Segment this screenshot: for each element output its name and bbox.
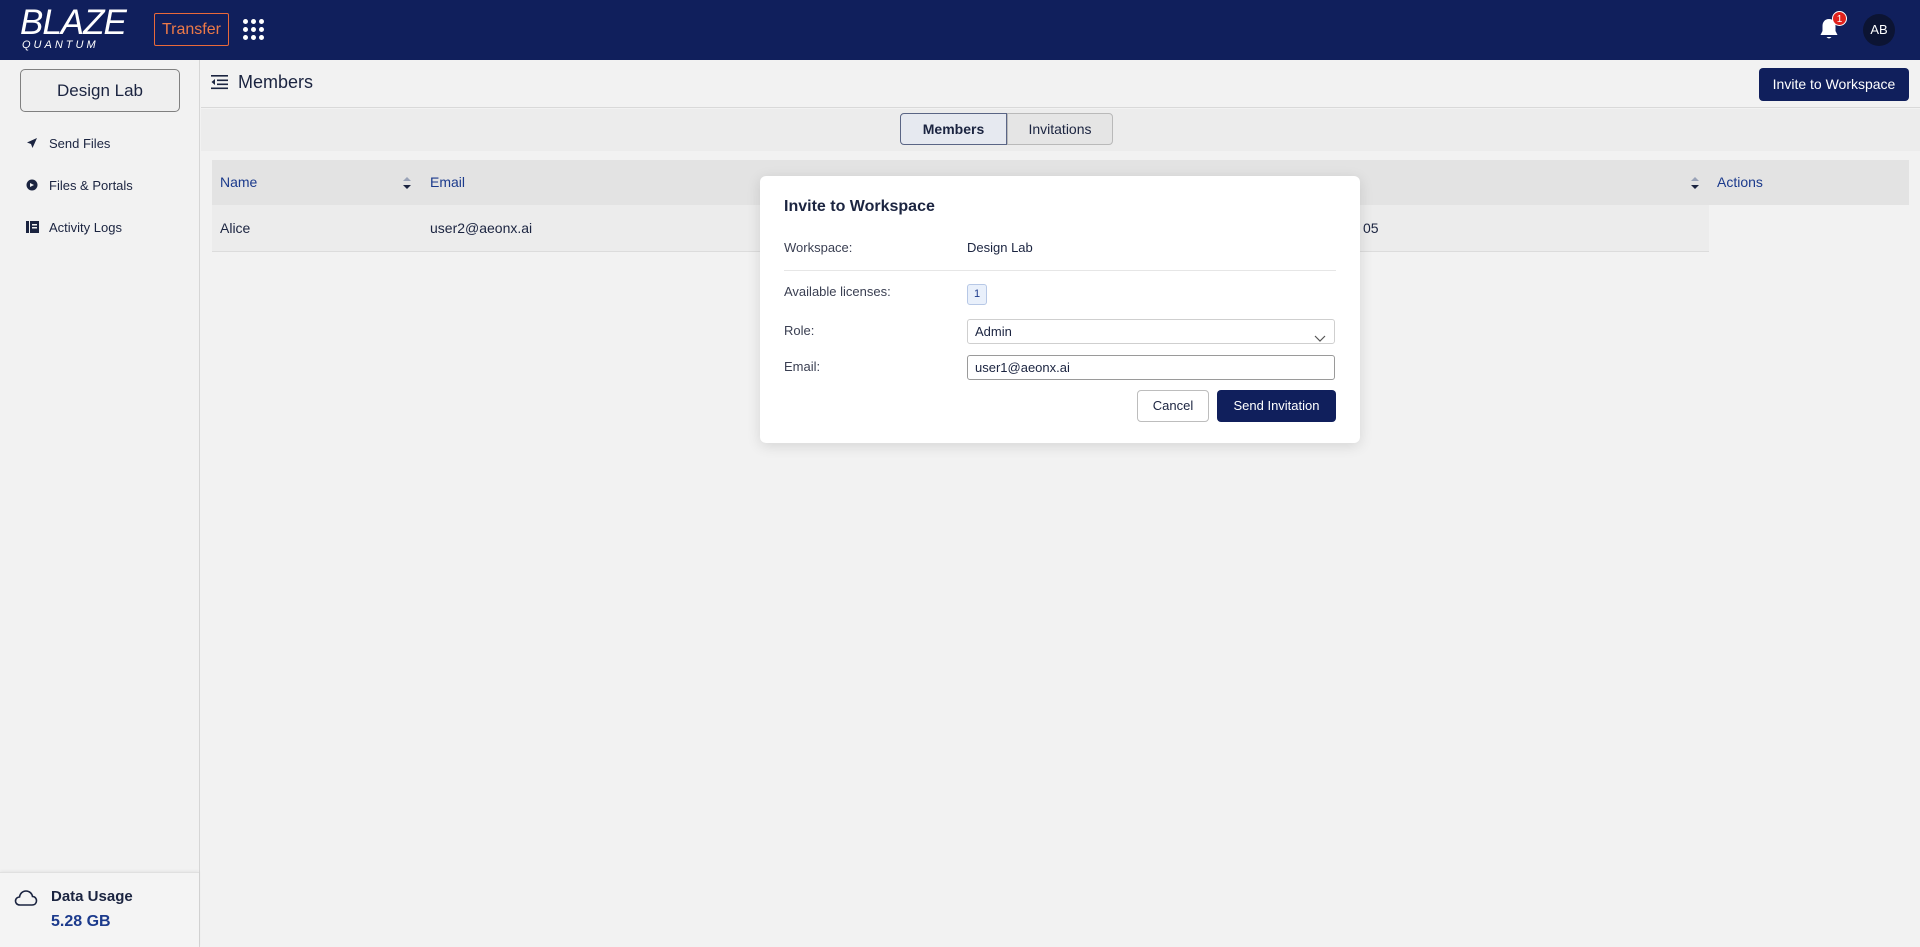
role-selected-value: Admin xyxy=(975,324,1012,339)
data-usage-value: 5.28 GB xyxy=(51,913,111,930)
sidebar-item-label: Activity Logs xyxy=(49,219,122,235)
top-bar: BLAZE QUANTUM Transfer 1 AB xyxy=(0,0,1920,60)
role-select[interactable]: Admin xyxy=(967,319,1335,344)
invite-modal: Invite to Workspace Workspace: Design La… xyxy=(760,176,1360,443)
email-label: Email: xyxy=(784,359,821,374)
modal-divider xyxy=(784,270,1336,271)
invite-to-workspace-button[interactable]: Invite to Workspace xyxy=(1759,68,1909,101)
sidebar-item-label: Files & Portals xyxy=(49,177,133,193)
app-grid-icon[interactable] xyxy=(243,19,265,41)
portal-icon xyxy=(25,178,39,192)
data-usage-title: Data Usage xyxy=(51,888,133,905)
workspace-value: Design Lab xyxy=(967,240,1033,255)
licenses-label: Available licenses: xyxy=(784,284,891,299)
send-icon xyxy=(25,136,39,150)
sidebar: Design Lab Send Files Files & Portals Ac… xyxy=(0,60,200,947)
transfer-button[interactable]: Transfer xyxy=(154,13,229,46)
chevron-down-icon xyxy=(1314,327,1326,342)
sidebar-item-files-portals[interactable]: Files & Portals xyxy=(25,174,133,196)
workspace-label: Workspace: xyxy=(784,240,853,255)
logs-icon xyxy=(25,220,39,234)
modal-title: Invite to Workspace xyxy=(784,198,935,215)
cancel-button[interactable]: Cancel xyxy=(1137,390,1209,422)
cloud-icon xyxy=(14,889,38,907)
blaze-quantum-logo[interactable]: BLAZE QUANTUM xyxy=(20,3,127,51)
page-title: Members xyxy=(238,72,314,92)
notification-badge: 1 xyxy=(1832,11,1847,26)
sidebar-item-send-files[interactable]: Send Files xyxy=(25,132,110,154)
logo-main-text: BLAZE xyxy=(20,3,127,42)
email-input[interactable] xyxy=(967,355,1335,380)
collapse-menu-icon[interactable] xyxy=(211,74,229,90)
sidebar-item-activity-logs[interactable]: Activity Logs xyxy=(25,216,122,238)
send-invitation-button[interactable]: Send Invitation xyxy=(1217,390,1336,422)
sidebar-item-label: Send Files xyxy=(49,135,111,151)
role-label: Role: xyxy=(784,323,815,338)
licenses-badge: 1 xyxy=(967,284,987,305)
data-usage-panel: Data Usage 5.28 GB xyxy=(0,872,199,947)
user-avatar[interactable]: AB xyxy=(1863,14,1895,46)
workspace-selector-button[interactable]: Design Lab xyxy=(20,69,180,112)
page-header: Members Invite to Workspace xyxy=(201,60,1920,108)
